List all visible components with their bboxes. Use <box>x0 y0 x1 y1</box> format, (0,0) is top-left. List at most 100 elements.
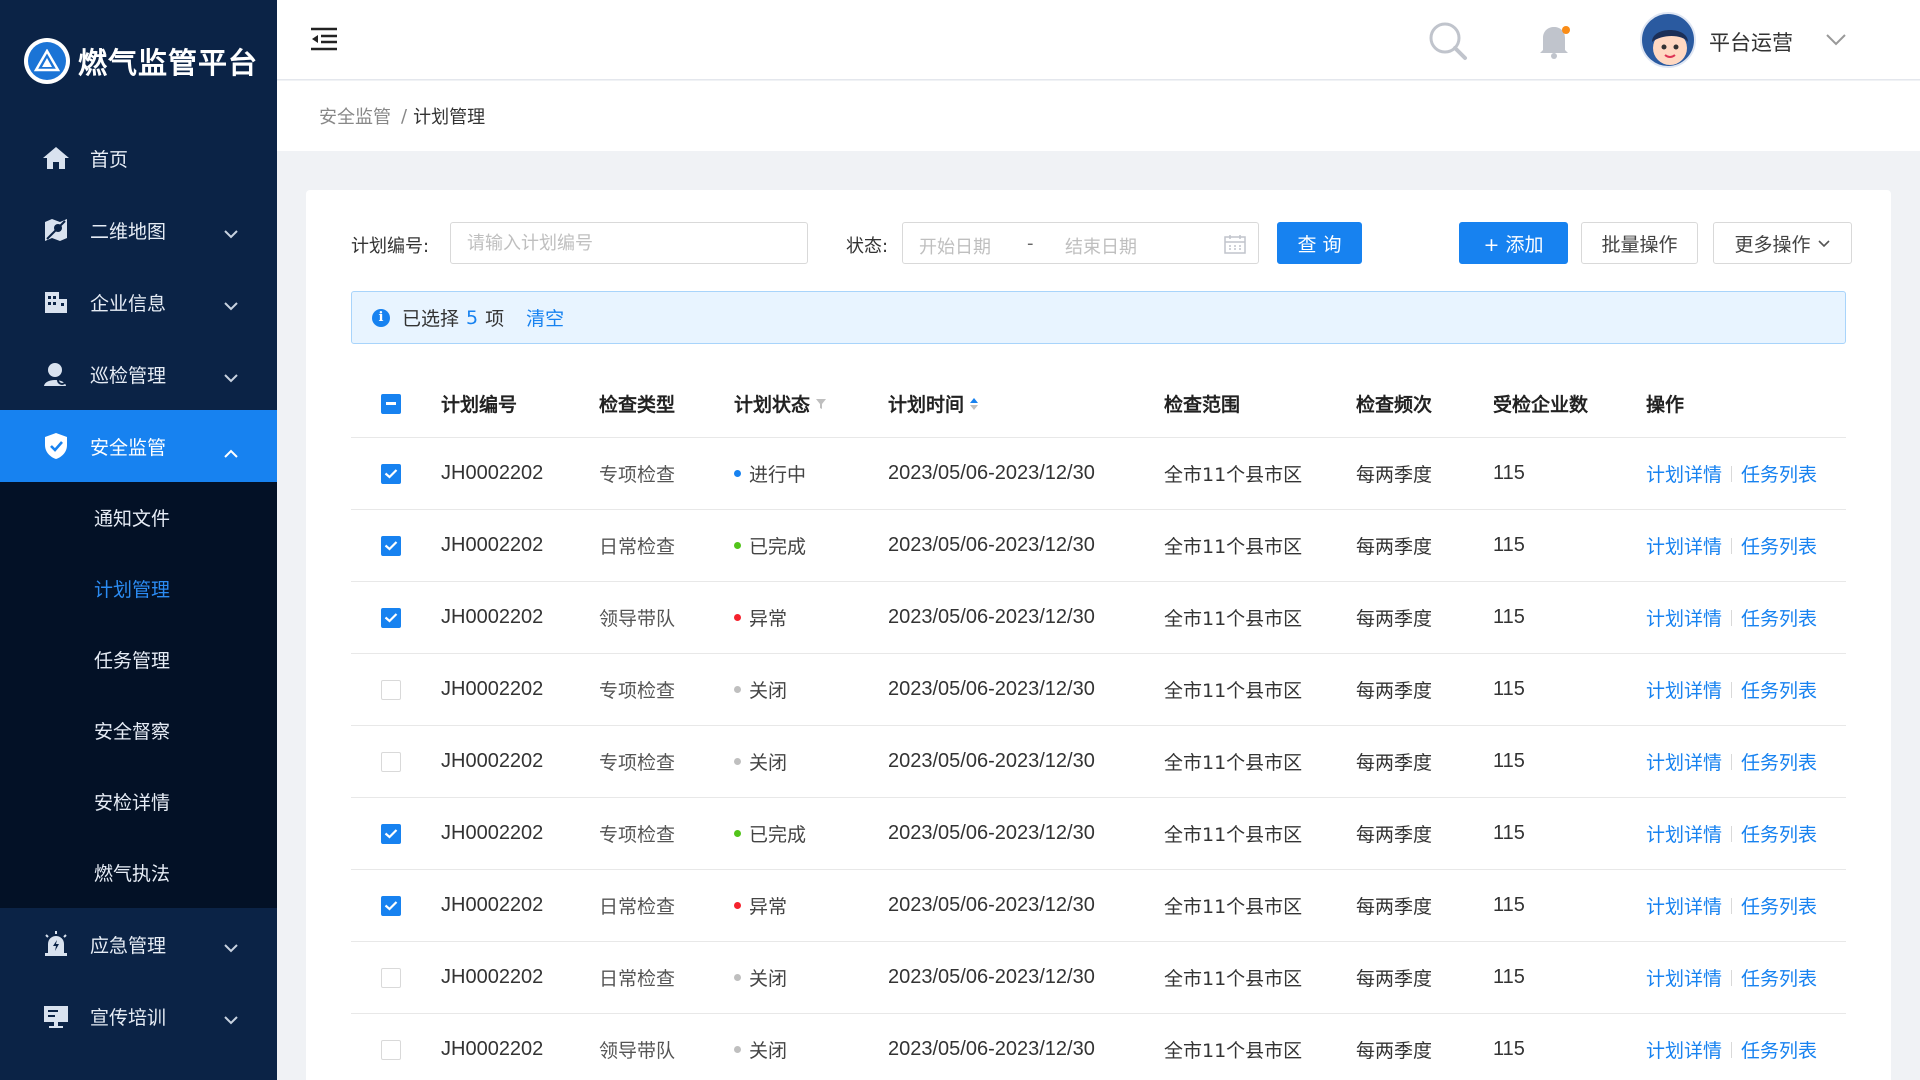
sidebar-item-map[interactable]: 二维地图 <box>0 194 277 266</box>
cell-time: 2023/05/06-2023/12/30 <box>888 894 1095 916</box>
cell-frequency: 每两季度 <box>1356 824 1433 846</box>
sidebar-item-enterprise[interactable]: 企业信息 <box>0 266 277 338</box>
sidebar-item-label: 巡检管理 <box>90 364 167 387</box>
cell-scope: 全市11个县市区 <box>1164 680 1303 702</box>
task-list-link[interactable]: 任务列表 <box>1741 604 1817 631</box>
row-checkbox[interactable] <box>381 1039 401 1060</box>
divider <box>1731 609 1733 626</box>
plan-detail-link[interactable]: 计划详情 <box>1646 820 1722 847</box>
cell-scope: 全市11个县市区 <box>1164 1040 1303 1062</box>
cell-plan-no: JH0002202 <box>441 1038 544 1060</box>
submenu-item-plans[interactable]: 计划管理 <box>0 553 277 624</box>
plan-detail-link[interactable]: 计划详情 <box>1646 532 1722 559</box>
cell-time: 2023/05/06-2023/12/30 <box>888 534 1095 556</box>
submenu-item-check-details[interactable]: 安检详情 <box>0 766 277 837</box>
cell-type: 专项检查 <box>599 680 676 702</box>
safety-submenu: 通知文件 计划管理 任务管理 安全督察 安检详情 燃气执法 <box>0 482 277 908</box>
sidebar-item-label: 企业信息 <box>90 292 167 315</box>
task-list-link[interactable]: 任务列表 <box>1741 676 1817 703</box>
task-list-link[interactable]: 任务列表 <box>1741 892 1817 919</box>
plan-detail-link[interactable]: 计划详情 <box>1646 964 1722 991</box>
user-name[interactable]: 平台运营 <box>1709 27 1793 57</box>
task-list-link[interactable]: 任务列表 <box>1741 820 1817 847</box>
filter-icon[interactable] <box>815 398 827 410</box>
cell-plan-no: JH0002202 <box>441 966 544 988</box>
task-list-link[interactable]: 任务列表 <box>1741 532 1817 559</box>
sidebar-item-safety[interactable]: 安全监管 <box>0 410 277 482</box>
sidebar-item-inspection[interactable]: 巡检管理 <box>0 338 277 410</box>
search-icon[interactable] <box>1427 20 1469 66</box>
sort-icon[interactable] <box>969 397 979 411</box>
plan-detail-link[interactable]: 计划详情 <box>1646 748 1722 775</box>
app-title: 燃气监管平台 <box>78 46 259 80</box>
submenu-item-enforcement[interactable]: 燃气执法 <box>0 837 277 908</box>
avatar[interactable] <box>1640 12 1696 68</box>
menu-fold-icon[interactable] <box>309 26 339 56</box>
divider <box>1731 465 1733 482</box>
plan-no-input[interactable] <box>450 222 808 264</box>
row-checkbox[interactable] <box>381 607 401 628</box>
plan-detail-link[interactable]: 计划详情 <box>1646 1036 1722 1063</box>
task-list-link[interactable]: 任务列表 <box>1741 748 1817 775</box>
status-text: 关闭 <box>749 680 788 702</box>
cell-type: 日常检查 <box>599 536 676 558</box>
status-dot <box>734 470 741 477</box>
row-checkbox[interactable] <box>381 823 401 844</box>
clear-selection-link[interactable]: 清空 <box>526 304 564 331</box>
task-list-link[interactable]: 任务列表 <box>1741 964 1817 991</box>
row-checkbox[interactable] <box>381 535 401 556</box>
row-checkbox[interactable] <box>381 679 401 700</box>
row-checkbox[interactable] <box>381 895 401 916</box>
cell-operations: 计划详情 任务列表 <box>1646 726 1817 797</box>
select-all-checkbox[interactable] <box>381 393 401 414</box>
main-card: 计划编号: 状态: 开始日期 - 结束日期 查 询 + 添加 批量操作 更多操作… <box>306 190 1891 1080</box>
breadcrumb-parent[interactable]: 安全监管 <box>319 103 391 129</box>
cell-operations: 计划详情 任务列表 <box>1646 582 1817 653</box>
cell-scope: 全市11个县市区 <box>1164 608 1303 630</box>
batch-operation-button[interactable]: 批量操作 <box>1581 222 1698 264</box>
cell-plan-no: JH0002202 <box>441 606 544 628</box>
end-date-placeholder[interactable]: 结束日期 <box>1065 233 1137 259</box>
plan-detail-link[interactable]: 计划详情 <box>1646 460 1722 487</box>
task-list-link[interactable]: 任务列表 <box>1741 460 1817 487</box>
more-operations-dropdown[interactable]: 更多操作 <box>1713 222 1852 264</box>
header-time[interactable]: 计划时间 <box>888 370 979 437</box>
chevron-down-icon <box>223 366 239 388</box>
more-operations-label: 更多操作 <box>1734 233 1811 256</box>
add-button[interactable]: + 添加 <box>1459 222 1568 264</box>
start-date-placeholder[interactable]: 开始日期 <box>919 233 991 259</box>
notification-bell-icon[interactable] <box>1535 20 1575 64</box>
sidebar-item-training[interactable]: 宣传培训 <box>0 980 277 1052</box>
filter-toolbar: 计划编号: 状态: 开始日期 - 结束日期 查 询 + 添加 批量操作 更多操作 <box>351 222 1852 264</box>
chevron-down-icon <box>223 294 239 316</box>
plan-detail-link[interactable]: 计划详情 <box>1646 892 1722 919</box>
cell-status: 关闭 <box>734 1014 787 1080</box>
submenu-item-supervision[interactable]: 安全督察 <box>0 695 277 766</box>
submenu-item-tasks[interactable]: 任务管理 <box>0 624 277 695</box>
task-list-link[interactable]: 任务列表 <box>1741 1036 1817 1063</box>
sidebar-item-home[interactable]: 首页 <box>0 122 277 194</box>
row-checkbox[interactable] <box>381 751 401 772</box>
row-checkbox[interactable] <box>381 463 401 484</box>
header-status[interactable]: 计划状态 <box>734 370 827 437</box>
divider <box>1731 681 1733 698</box>
plan-detail-link[interactable]: 计划详情 <box>1646 676 1722 703</box>
divider <box>1731 897 1733 914</box>
plan-detail-link[interactable]: 计划详情 <box>1646 604 1722 631</box>
sidebar-item-emergency[interactable]: 应急管理 <box>0 908 277 980</box>
row-checkbox[interactable] <box>381 967 401 988</box>
date-range-picker[interactable]: 开始日期 - 结束日期 <box>902 222 1259 264</box>
status-text: 关闭 <box>749 752 788 774</box>
cell-scope: 全市11个县市区 <box>1164 536 1303 558</box>
logo[interactable]: 燃气监管平台 <box>0 0 277 122</box>
query-button[interactable]: 查 询 <box>1277 222 1362 264</box>
alarm-icon <box>42 930 70 958</box>
table-row: JH0002202 领导带队 异常 2023/05/06-2023/12/30 … <box>351 582 1846 654</box>
cell-status: 已完成 <box>734 510 806 581</box>
submenu-item-notices[interactable]: 通知文件 <box>0 482 277 553</box>
table-row: JH0002202 领导带队 关闭 2023/05/06-2023/12/30 … <box>351 1014 1846 1080</box>
cell-frequency: 每两季度 <box>1356 608 1433 630</box>
sidebar-item-label: 宣传培训 <box>90 1006 167 1029</box>
status-text: 关闭 <box>749 1040 788 1062</box>
chevron-down-icon[interactable] <box>1825 32 1847 51</box>
